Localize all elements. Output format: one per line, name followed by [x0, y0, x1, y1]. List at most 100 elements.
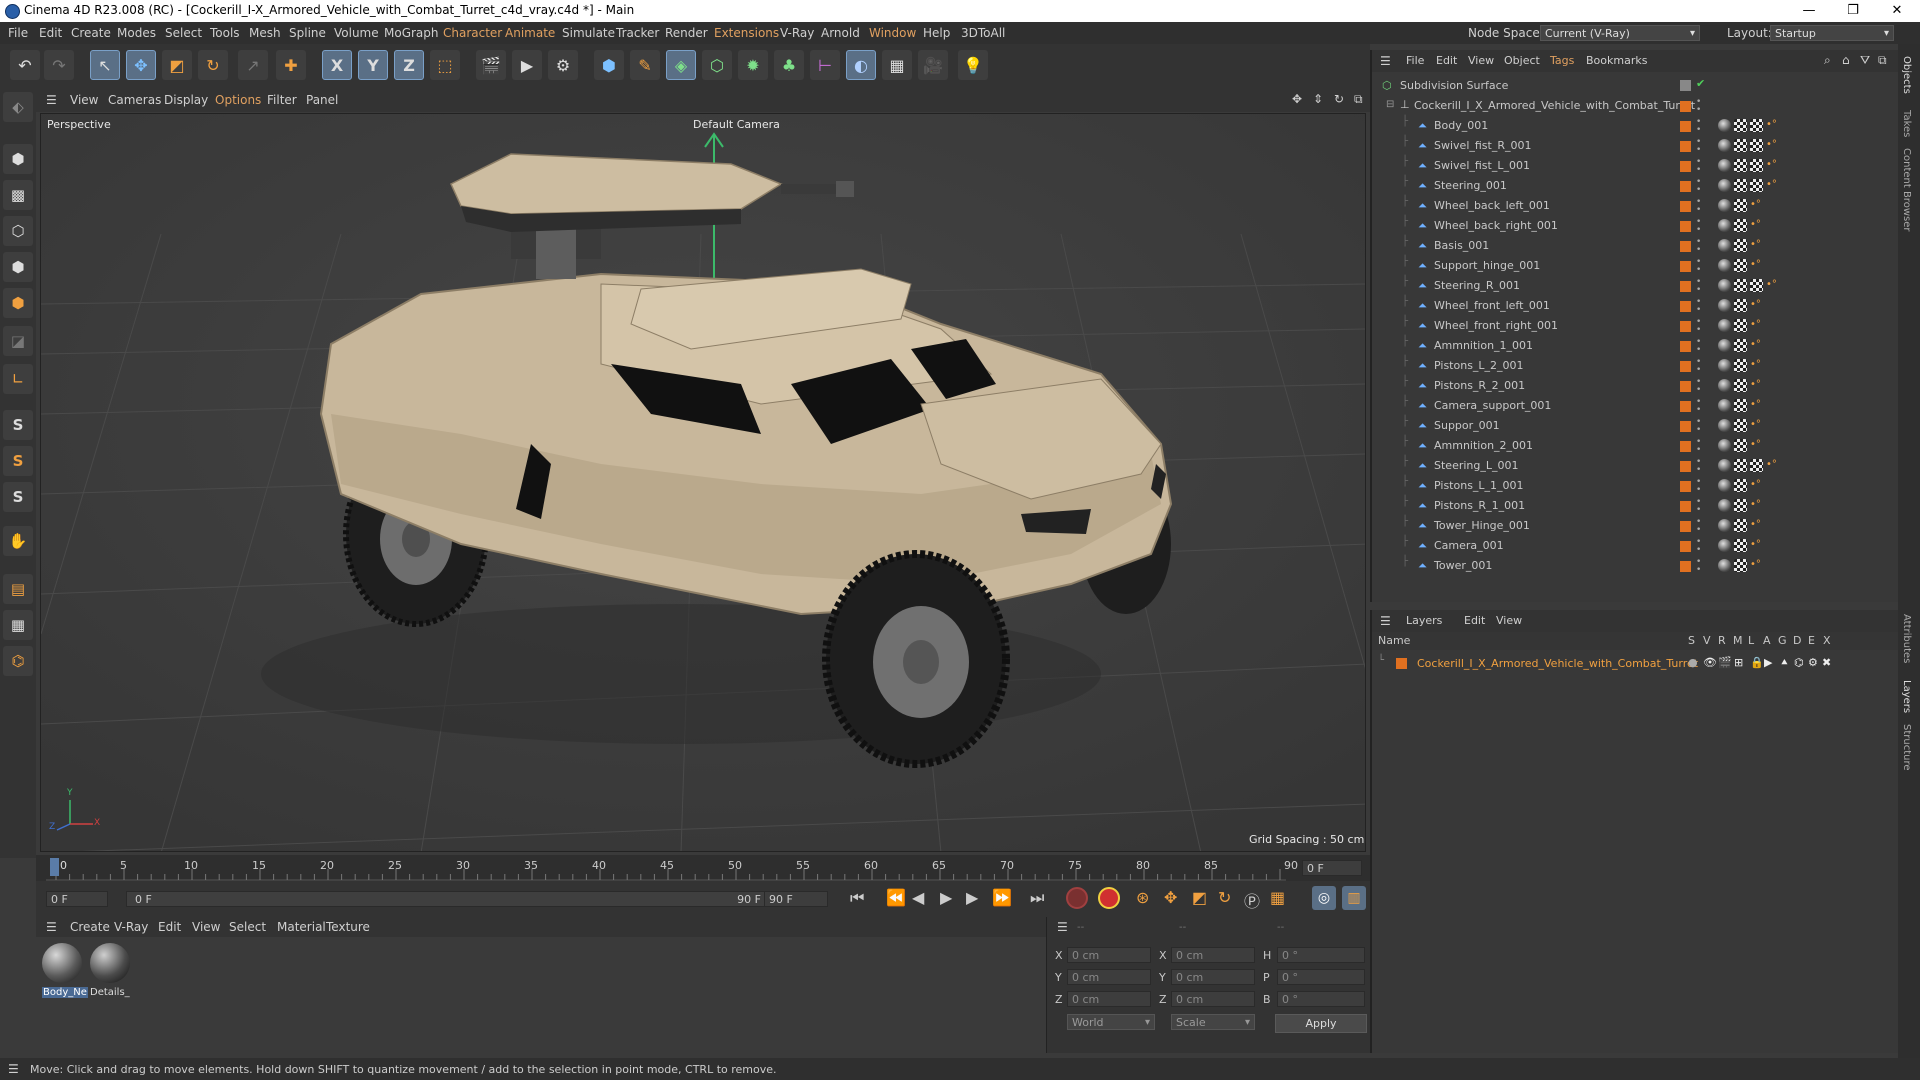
- camera-icon[interactable]: 🎥: [918, 50, 948, 80]
- texture-tag-icon[interactable]: [1734, 239, 1747, 252]
- render-settings-icon[interactable]: ⚙: [548, 50, 578, 80]
- viewport-rotate-icon[interactable]: ↻: [1334, 92, 1344, 106]
- z-axis-lock-icon[interactable]: Z: [394, 50, 424, 80]
- rotation-p-field[interactable]: 0 °: [1277, 969, 1365, 985]
- layer-lock-icon[interactable]: 🔒: [1750, 656, 1764, 669]
- visibility-dots-icon[interactable]: • •: [1696, 218, 1701, 235]
- layer-xref-icon[interactable]: ✖: [1822, 656, 1831, 669]
- position-x-field[interactable]: 0 cm: [1067, 947, 1151, 963]
- texture-tag-icon[interactable]: [1734, 379, 1747, 392]
- texture-tag-icon[interactable]: [1734, 219, 1747, 232]
- light-icon[interactable]: 💡: [958, 50, 988, 80]
- objects-hamburger-icon[interactable]: ☰: [1380, 54, 1391, 68]
- locked-workplane-icon[interactable]: ▦: [3, 610, 33, 640]
- object-row[interactable]: ├ ⏶ Ammnition_2_001 • • •°: [1372, 436, 1900, 456]
- object-row[interactable]: ├ ⏶ Ammnition_1_001 • • •°: [1372, 336, 1900, 356]
- viewport-menu-filter[interactable]: Filter: [267, 93, 297, 107]
- render-picture-viewer-icon[interactable]: ▶: [512, 50, 542, 80]
- layer-column-header[interactable]: A: [1763, 634, 1771, 647]
- object-row[interactable]: ├ ⏶ Basis_001 • • •°: [1372, 236, 1900, 256]
- texture-tag-icon[interactable]: [1734, 519, 1747, 532]
- menu-select[interactable]: Select: [165, 26, 202, 40]
- object-row[interactable]: ├ ⏶ Support_hinge_001 • • •°: [1372, 256, 1900, 276]
- layer-column-header[interactable]: V: [1703, 634, 1711, 647]
- phong-tag-icon[interactable]: •°: [1750, 339, 1761, 352]
- phong-tag-icon[interactable]: •°: [1750, 519, 1761, 532]
- floor-icon[interactable]: ▦: [882, 50, 912, 80]
- visibility-dots-icon[interactable]: • •: [1696, 198, 1701, 215]
- menu-modes[interactable]: Modes: [117, 26, 156, 40]
- visibility-dots-icon[interactable]: • •: [1696, 278, 1701, 295]
- enabled-check-icon[interactable]: ✔: [1696, 77, 1705, 90]
- tab-takes[interactable]: Takes: [1901, 110, 1912, 137]
- texture-mode-icon[interactable]: ▩: [3, 180, 33, 210]
- current-frame-field[interactable]: 0 F: [1302, 860, 1362, 876]
- coordinate-system-icon[interactable]: ⬚: [430, 50, 460, 80]
- texture-tag-icon[interactable]: [1734, 479, 1747, 492]
- object-row[interactable]: ├ ⏶ Wheel_back_right_001 • • •°: [1372, 216, 1900, 236]
- material-tag-icon[interactable]: [1718, 279, 1731, 292]
- field-icon[interactable]: ◐: [846, 50, 876, 80]
- layer-column-header[interactable]: D: [1793, 634, 1801, 647]
- phong-tag-icon[interactable]: •°: [1766, 159, 1777, 172]
- grid-icon[interactable]: ▤: [3, 574, 33, 604]
- object-row[interactable]: ├ ⏶ Suppor_001 • • •°: [1372, 416, 1900, 436]
- menu-3dtoall[interactable]: 3DToAll: [961, 26, 1005, 40]
- menu-window[interactable]: Window: [869, 26, 916, 40]
- menu-simulate[interactable]: Simulate: [562, 26, 615, 40]
- size-mode-select[interactable]: Scale: [1171, 1014, 1255, 1031]
- texture-tag-icon[interactable]: [1734, 559, 1747, 572]
- parameter-key-icon[interactable]: Ⓟ: [1244, 888, 1260, 912]
- phong-tag-icon[interactable]: •°: [1766, 139, 1777, 152]
- texture-tag-icon[interactable]: [1734, 139, 1747, 152]
- render-view-icon[interactable]: 🎬: [476, 50, 506, 80]
- phong-tag-icon[interactable]: •°: [1750, 299, 1761, 312]
- material-tag-icon[interactable]: [1718, 459, 1731, 472]
- layer-column-header[interactable]: L: [1748, 634, 1754, 647]
- object-row[interactable]: ├ ⏶ Camera_001 • • •°: [1372, 536, 1900, 556]
- material-tag-icon[interactable]: [1718, 139, 1731, 152]
- layer-row[interactable]: └ Cockerill_I_X_Armored_Vehicle_with_Com…: [1372, 655, 1900, 673]
- texture-tag-icon[interactable]: [1734, 199, 1747, 212]
- visibility-dots-icon[interactable]: • •: [1696, 418, 1701, 435]
- material-swatch[interactable]: Body_Ne: [42, 943, 88, 999]
- edges-mode-icon[interactable]: ⬢: [3, 252, 33, 282]
- menu-file[interactable]: File: [8, 26, 28, 40]
- prev-frame-icon[interactable]: ◀: [912, 888, 924, 907]
- record-icon[interactable]: [1066, 887, 1088, 909]
- phong-tag-icon[interactable]: •°: [1750, 479, 1761, 492]
- position-y-field[interactable]: 0 cm: [1067, 969, 1151, 985]
- object-row[interactable]: ├ ⏶ Swivel_fist_R_001 • • •°: [1372, 136, 1900, 156]
- texture-tag-icon[interactable]: [1734, 539, 1747, 552]
- visibility-dots-icon[interactable]: • •: [1696, 358, 1701, 375]
- object-row[interactable]: ├ ⏶ Steering_L_001 • • •°: [1372, 456, 1900, 476]
- quantize-icon[interactable]: S: [3, 482, 33, 512]
- phong-tag-icon[interactable]: •°: [1750, 559, 1761, 572]
- objects-menu-view[interactable]: View: [1468, 54, 1494, 67]
- prev-key-icon[interactable]: ⏪: [886, 888, 906, 907]
- tab-layers[interactable]: Layers: [1901, 680, 1912, 713]
- close-button[interactable]: ✕: [1874, 0, 1920, 22]
- keyframe-selection-icon[interactable]: ⊛: [1136, 888, 1149, 907]
- texture-tag-icon[interactable]: [1750, 459, 1763, 472]
- goto-start-icon[interactable]: ⏮: [850, 888, 864, 908]
- visibility-dots-icon[interactable]: • •: [1696, 98, 1701, 115]
- menu-spline[interactable]: Spline: [289, 26, 326, 40]
- visibility-dots-icon[interactable]: • •: [1696, 298, 1701, 315]
- object-row[interactable]: ├ ⏶ Wheel_front_left_001 • • •°: [1372, 296, 1900, 316]
- phong-tag-icon[interactable]: •°: [1750, 399, 1761, 412]
- menu-tools[interactable]: Tools: [210, 26, 240, 40]
- material-tag-icon[interactable]: [1718, 439, 1731, 452]
- object-row[interactable]: ├ ⏶ Wheel_back_left_001 • • •°: [1372, 196, 1900, 216]
- layout-select[interactable]: Startup: [1770, 25, 1894, 42]
- texture-tag-icon[interactable]: [1750, 179, 1763, 192]
- object-row[interactable]: ├ ⏶ Tower_001 • • •°: [1372, 556, 1900, 576]
- model-mode-icon[interactable]: ⬢: [3, 144, 33, 174]
- object-row[interactable]: ├ ⏶ Pistons_L_1_001 • • •°: [1372, 476, 1900, 496]
- points-mode-icon[interactable]: ⬡: [3, 216, 33, 246]
- layer-animation-icon[interactable]: ▶: [1764, 656, 1772, 669]
- material-menu-material[interactable]: Material: [277, 920, 326, 934]
- motion-system-icon[interactable]: ◎: [1312, 886, 1336, 910]
- object-row[interactable]: ├ ⏶ Tower_Hinge_001 • • •°: [1372, 516, 1900, 536]
- material-tag-icon[interactable]: [1718, 199, 1731, 212]
